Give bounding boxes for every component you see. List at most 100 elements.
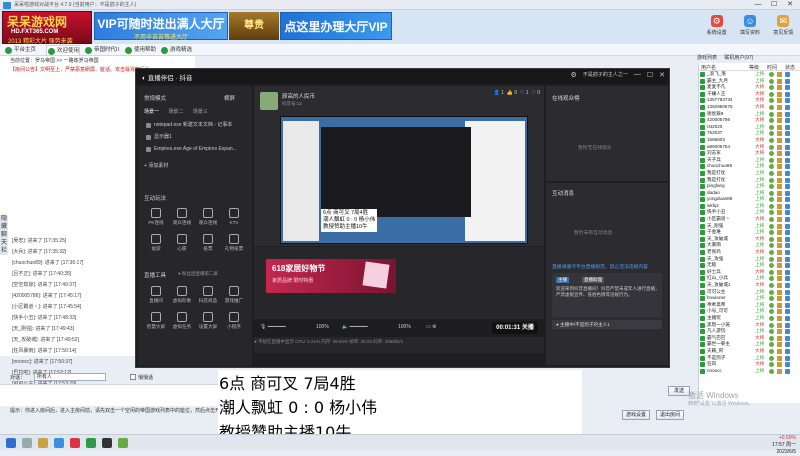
tool-button[interactable]: 虚拟任务 — [170, 312, 194, 330]
feedback-button[interactable]: ✉ 意见反馈 — [771, 14, 795, 42]
tool-button[interactable]: 虚拟形象 — [170, 286, 194, 304]
orientation-label[interactable]: 横屏 — [224, 94, 235, 102]
user-row[interactable]: 老张鸡 大将 — [699, 249, 800, 256]
tool-button[interactable]: 小程序 — [222, 312, 246, 330]
col-time[interactable]: 时间 — [767, 64, 777, 71]
folder-icon[interactable] — [38, 438, 48, 448]
user-row[interactable]: 天子兵 上将 — [699, 157, 800, 164]
tab-home[interactable]: 平台主页 — [4, 45, 36, 55]
clock-date[interactable]: 2023/6/5 — [772, 449, 796, 456]
user-row[interactable]: 1357793734 大将 — [699, 97, 800, 104]
user-row[interactable]: nnoocc 上将 — [699, 368, 800, 375]
exit-room-button[interactable]: 退出房间 — [656, 410, 684, 420]
user-row[interactable]: 752037 上将 — [699, 130, 800, 137]
tab-games[interactable]: 游戏精选 — [160, 45, 192, 55]
stock-indicator[interactable]: +0.50% — [779, 435, 796, 441]
private-checkbox[interactable] — [130, 374, 136, 380]
hide-chat-toggle[interactable]: 隐藏聊天栏 — [0, 215, 8, 255]
stream-close[interactable]: ✕ — [659, 71, 665, 79]
mode-label[interactable]: 常规模式 — [144, 94, 166, 102]
user-row[interactable]: 谢星辰9 上将 — [699, 111, 800, 118]
vip-badge-ad[interactable]: 尊贵 — [229, 12, 279, 40]
stream-user-name[interactable]: 不是鸽子的主人之一 — [583, 71, 628, 79]
maximize-button[interactable]: ☐ — [766, 0, 782, 10]
vip-ad-banner[interactable]: VIP可随时进出满人大厅 不用辛苦苦等进大厅 — [94, 12, 228, 41]
rules-link[interactable]: 直播请遵守平台直播规范，禁止违法违规内容 — [552, 263, 648, 270]
chat-input[interactable] — [0, 384, 218, 406]
tool-button[interactable]: 观众连线 — [196, 208, 220, 226]
tab-help[interactable]: 使用帮助 — [124, 45, 156, 55]
user-row[interactable]: yongduan88 上将 — [699, 196, 800, 203]
stream-minimize[interactable]: — — [634, 71, 641, 79]
scene-tab-2[interactable]: 场景二 — [168, 109, 183, 115]
user-row[interactable]: 天籁_阿 大将 — [699, 348, 800, 355]
user-row[interactable]: 麦麦不凡 大将 — [699, 84, 800, 91]
tool-button[interactable]: 礼物投票 — [222, 234, 246, 252]
tool-button[interactable]: 抖店商品 — [196, 286, 220, 304]
tab-aoe2[interactable]: 帝国时代II — [84, 45, 119, 55]
user-row[interactable]: hnwinner 上将 — [699, 295, 800, 302]
user-row[interactable]: chuochuo89 上将 — [699, 163, 800, 170]
stream-maximize[interactable]: ☐ — [647, 71, 653, 79]
user-row[interactable]: 无敌 上将 — [699, 262, 800, 269]
user-row[interactable]: 红山_小兵 上将 — [699, 275, 800, 282]
tool-button[interactable]: 心愿 — [170, 234, 194, 252]
chat-target-select[interactable]: 所有人 — [34, 373, 106, 381]
user-row[interactable]: 小区霸道丶 大将 — [699, 216, 800, 223]
user-row[interactable]: 1362950676 大将 — [699, 104, 800, 111]
add-source-button[interactable]: + 添加素材 — [144, 162, 168, 169]
scene-tab-1[interactable]: 场景一 — [144, 109, 159, 115]
record-icon[interactable]: ▭ ⚙ — [426, 324, 437, 330]
user-row[interactable]: dadao 上将 — [699, 190, 800, 197]
settings-button[interactable]: ⚙ 系统设置 — [705, 14, 729, 42]
user-row[interactable]: 我是打仗 上将 — [699, 177, 800, 184]
source-item-notepad[interactable]: notepad.exe 新建文本文档 - 记事本 — [144, 120, 248, 131]
user-row[interactable]: 小号_可可 上将 — [699, 308, 800, 315]
user-row[interactable]: 狂风 大将 — [699, 361, 800, 368]
stream-settings-icon[interactable]: ⚙ — [571, 71, 577, 79]
user-row[interactable]: 1586603 大将 — [699, 137, 800, 144]
app-icon-red[interactable] — [70, 438, 80, 448]
game-settings-button[interactable]: 游戏设置 — [622, 410, 650, 420]
user-row[interactable]: 可可公主 上将 — [699, 289, 800, 296]
promo-banner[interactable]: 618家居好物节 家居品牌 限时特惠 — [266, 259, 396, 293]
tool-button[interactable]: 设置大屏 — [196, 312, 220, 330]
profile-button[interactable]: ☺ 填写资料 — [738, 14, 762, 42]
browser-icon[interactable] — [54, 438, 64, 448]
user-row[interactable]: 420005786 大将 — [699, 117, 800, 124]
tool-button[interactable]: 直播间 — [144, 286, 168, 304]
minimize-button[interactable]: — — [750, 0, 766, 10]
tool-button[interactable]: 智慧大屏 — [144, 312, 168, 330]
avatar[interactable] — [260, 92, 278, 110]
user-row[interactable]: _浪飞_落 上将 — [699, 71, 800, 78]
user-row[interactable]: pingfang 上将 — [699, 183, 800, 190]
tool-button[interactable]: 福袋 — [144, 234, 168, 252]
col-level[interactable]: 等级 — [749, 64, 759, 71]
tool-button[interactable]: PK连线 — [144, 208, 168, 226]
col-status[interactable]: 状态 — [785, 64, 795, 71]
user-row[interactable]: 千嫌人王 大将 — [699, 91, 800, 98]
user-row[interactable]: 霸世一拳主 上将 — [699, 341, 800, 348]
user-row[interactable]: 我是打仗 上将 — [699, 170, 800, 177]
preview-screen[interactable]: 6点 商可叉 7局4胜 潮人飘虹 0 : 0 杨小伟 教授赞助主播10牛 — [280, 116, 528, 244]
col-username[interactable]: 用户名 — [701, 64, 716, 71]
user-row[interactable]: 凡人游玩 上将 — [699, 328, 800, 335]
app-icon-green[interactable] — [86, 438, 96, 448]
tool-button[interactable]: 投票 — [196, 234, 220, 252]
user-row[interactable]: 刘志军 大将 — [699, 150, 800, 157]
start-icon[interactable] — [6, 438, 16, 448]
tool-button[interactable]: 游戏推广 — [222, 286, 246, 304]
game-icon[interactable] — [118, 438, 128, 448]
mic-icon[interactable]: 🎙 ━━━━━━ — [260, 324, 286, 330]
tool-button[interactable]: 观众连线 — [170, 208, 194, 226]
source-item-empires[interactable]: Empires.exe Age of Empires Expan... — [144, 144, 248, 155]
douyin-icon[interactable] — [102, 438, 112, 448]
send-button[interactable]: 发送 — [668, 386, 690, 396]
site-logo[interactable]: 呆呆游戏网 HD.FXT365.COM 2013 精彩大片 强势来袭 — [2, 11, 92, 45]
user-row[interactable]: 主播玩 上将 — [699, 315, 800, 322]
close-button[interactable]: ✕ — [782, 0, 798, 10]
clock-time[interactable]: 17:57 周一 — [772, 442, 796, 449]
user-row[interactable]: rst2020 上将 — [699, 124, 800, 131]
scene-tab-3[interactable]: 场景三 — [193, 109, 208, 115]
speaker-icon[interactable]: 🔈 ━━━━━━ — [342, 324, 368, 330]
